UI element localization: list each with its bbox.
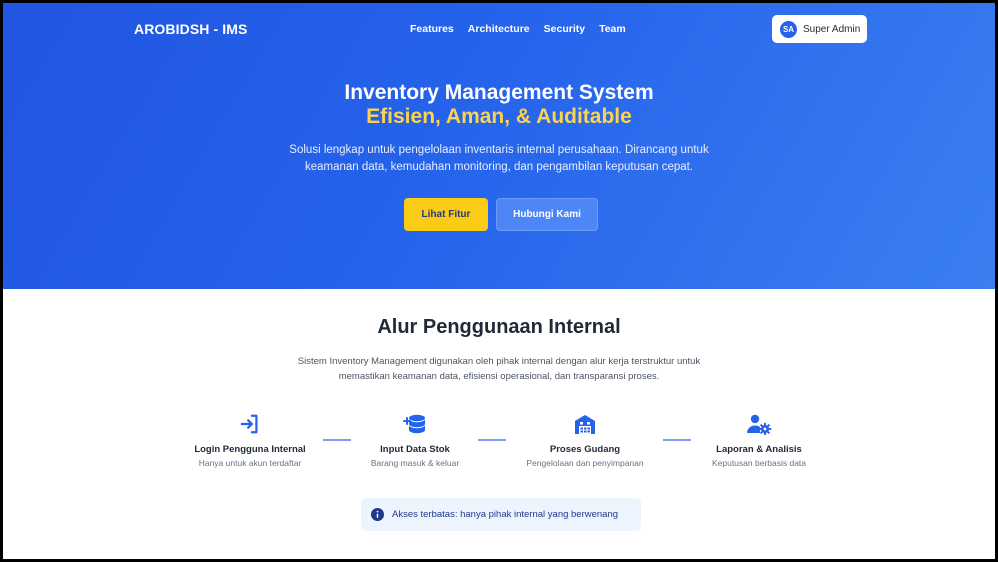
section-description: Sistem Inventory Management digunakan ol… <box>297 356 701 382</box>
nav-team[interactable]: Team <box>599 23 626 35</box>
hero-section: AROBIDSH - IMS Features Architecture Sec… <box>0 0 998 289</box>
step-label: Input Data Stok <box>380 444 450 455</box>
step-caption: Pengelolaan dan penyimpanan <box>526 458 644 468</box>
flow-step-input: Input Data Stok Barang masuk & keluar <box>345 412 485 468</box>
step-caption: Keputusan berbasis data <box>711 458 807 468</box>
step-label: Laporan & Analisis <box>716 444 802 455</box>
login-icon <box>180 412 320 436</box>
flow-step-warehouse: Proses Gudang Pengelolaan dan penyimpana… <box>515 412 655 468</box>
nav-architecture[interactable]: Architecture <box>468 23 530 35</box>
step-label: Proses Gudang <box>549 444 621 455</box>
flow-step-reports: Laporan & Analisis Keputusan berbasis da… <box>689 412 829 468</box>
brand-logo[interactable]: AROBIDSH - IMS <box>134 21 247 37</box>
user-gear-icon <box>689 412 829 436</box>
user-name: Super Admin <box>803 23 861 35</box>
user-menu-button[interactable]: SA Super Admin <box>772 15 867 43</box>
warehouse-icon <box>515 412 655 436</box>
notice-text: Akses terbatas: hanya pihak internal yan… <box>392 509 619 520</box>
step-caption: Barang masuk & keluar <box>370 458 460 468</box>
hero-subtitle: Efisien, Aman, & Auditable <box>366 105 632 128</box>
view-features-button[interactable]: Lihat Fitur <box>404 198 488 231</box>
hero-title: Inventory Management System <box>344 81 654 104</box>
database-plus-icon <box>345 412 485 436</box>
step-connector <box>663 439 691 441</box>
step-connector <box>478 439 506 441</box>
flow-step-login: Login Pengguna Internal Hanya untuk akun… <box>180 412 320 468</box>
restricted-access-notice: Akses terbatas: hanya pihak internal yan… <box>361 498 641 531</box>
nav-security[interactable]: Security <box>544 23 585 35</box>
main-nav: Features Architecture Security Team <box>410 23 626 35</box>
avatar: SA <box>780 20 797 38</box>
info-icon <box>371 508 384 521</box>
hero-description: Solusi lengkap untuk pengelolaan inventa… <box>289 144 709 173</box>
nav-features[interactable]: Features <box>410 23 454 35</box>
section-title: Alur Penggunaan Internal <box>377 316 621 338</box>
contact-us-button[interactable]: Hubungi Kami <box>496 198 598 231</box>
step-label: Login Pengguna Internal <box>194 444 306 455</box>
step-caption: Hanya untuk akun terdaftar <box>198 458 302 468</box>
